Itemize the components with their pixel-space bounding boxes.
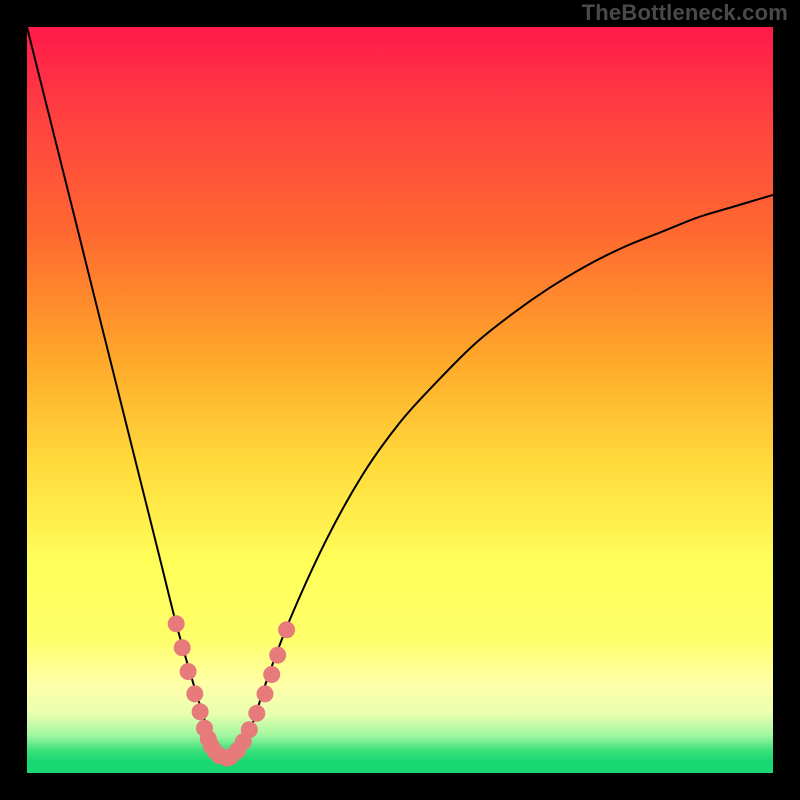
marker-point bbox=[257, 685, 274, 702]
marker-point bbox=[186, 685, 203, 702]
marker-point bbox=[241, 721, 258, 738]
marker-point bbox=[248, 705, 265, 722]
marker-group bbox=[168, 615, 295, 766]
marker-point bbox=[180, 663, 197, 680]
marker-point bbox=[278, 621, 295, 638]
marker-point bbox=[263, 666, 280, 683]
marker-point bbox=[192, 703, 209, 720]
marker-point bbox=[174, 639, 191, 656]
marker-point bbox=[168, 615, 185, 632]
bottleneck-curve bbox=[27, 27, 773, 759]
watermark-text: TheBottleneck.com bbox=[582, 0, 788, 26]
marker-point bbox=[269, 647, 286, 664]
bottleneck-chart bbox=[27, 27, 773, 773]
